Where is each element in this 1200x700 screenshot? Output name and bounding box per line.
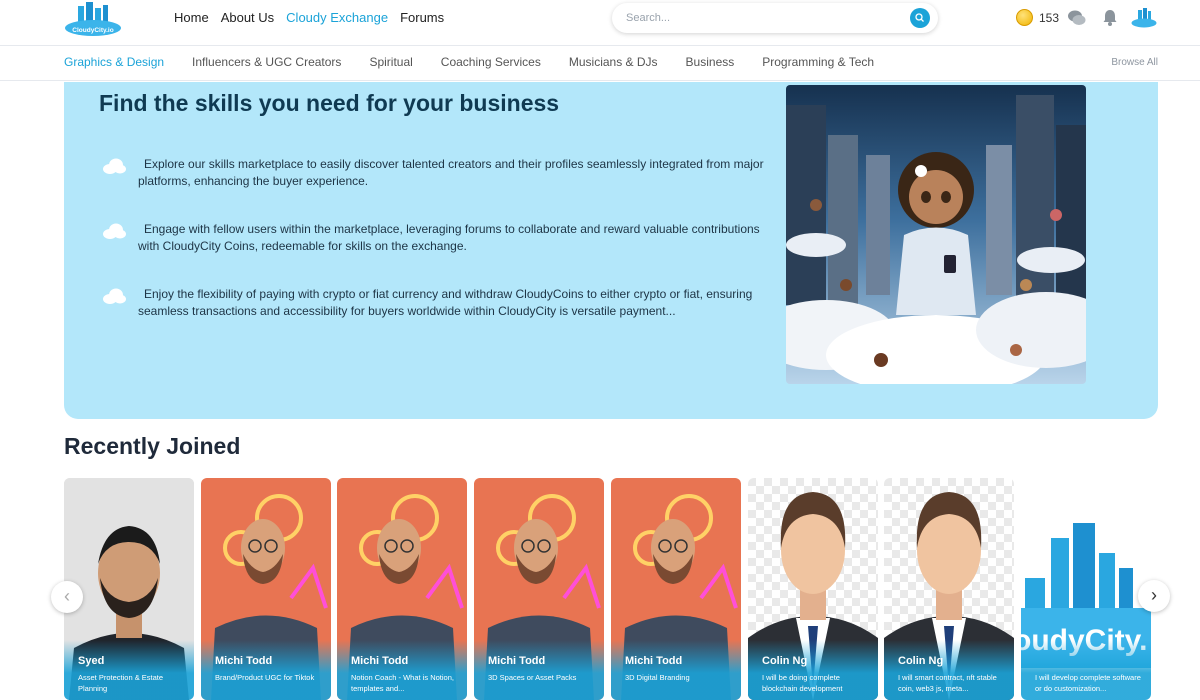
- feature-item: Explore our skills marketplace to easily…: [102, 156, 782, 190]
- card-name: Michi Todd: [215, 655, 273, 667]
- profile-card[interactable]: Colin Ng I will be doing complete blockc…: [748, 478, 878, 700]
- card-name: Michi Todd: [488, 655, 546, 667]
- category-spiritual[interactable]: Spiritual: [369, 55, 412, 69]
- card-name: Michi Todd: [351, 655, 409, 667]
- search-button[interactable]: [910, 8, 930, 28]
- recently-joined-carousel: Syed Asset Protection & Estate Planning …: [64, 478, 1164, 700]
- category-list: Graphics & Design Influencers & UGC Crea…: [64, 55, 902, 69]
- feature-text: Explore our skills marketplace to easily…: [138, 157, 764, 188]
- browse-all-link[interactable]: Browse All: [1111, 57, 1158, 68]
- profile-card[interactable]: Michi Todd 3D Spaces or Asset Packs: [474, 478, 604, 700]
- cloudycity-logo[interactable]: CloudyCity.io: [64, 2, 122, 36]
- card-description: Asset Protection & Estate Planning: [78, 673, 164, 693]
- profile-card[interactable]: Michi Todd Brand/Product UGC for Tiktok: [201, 478, 331, 700]
- hero-title: Find the skills you need for your busine…: [99, 90, 560, 116]
- search-input[interactable]: [626, 9, 896, 27]
- main-nav: Home About Us Cloudy Exchange Forums: [174, 10, 444, 25]
- card-overlay: [201, 640, 331, 700]
- card-name: Syed: [78, 655, 105, 667]
- chat-icon[interactable]: [1067, 8, 1087, 28]
- carousel-next-button[interactable]: ›: [1138, 580, 1170, 612]
- category-bar: Graphics & Design Influencers & UGC Crea…: [0, 47, 1200, 81]
- card-name: Michi Todd: [625, 655, 683, 667]
- cloud-icon: [103, 288, 126, 304]
- profile-card[interactable]: Syed Asset Protection & Estate Planning: [64, 478, 194, 700]
- bell-icon[interactable]: [1102, 9, 1118, 27]
- card-description: I will smart contract, nft stable coin, …: [898, 673, 997, 693]
- card-description: I will develop complete software or do c…: [1035, 673, 1141, 693]
- search-bar: [612, 3, 938, 33]
- coin-balance: 153: [1039, 11, 1060, 25]
- nav-forums[interactable]: Forums: [400, 10, 444, 25]
- card-overlay: [611, 640, 741, 700]
- category-business[interactable]: Business: [686, 55, 735, 69]
- card-name: Colin Ng: [762, 655, 808, 667]
- feature-item: Enjoy the flexibility of paying with cry…: [102, 286, 782, 320]
- category-influencers-ugc[interactable]: Influencers & UGC Creators: [192, 55, 341, 69]
- avatar[interactable]: [1131, 8, 1157, 28]
- section-title: Recently Joined: [64, 433, 241, 459]
- profile-card[interactable]: Michi Todd 3D Digital Branding: [611, 478, 741, 700]
- feature-item: Engage with fellow users within the mark…: [102, 221, 782, 255]
- cloud-icon: [103, 223, 126, 239]
- nav-about-us[interactable]: About Us: [221, 10, 274, 25]
- top-header: CloudyCity.io Home About Us Cloudy Excha…: [0, 0, 1200, 46]
- cloud-icon: [103, 158, 126, 174]
- card-name: Colin Ng: [898, 655, 944, 667]
- nav-cloudy-exchange[interactable]: Cloudy Exchange: [286, 10, 388, 25]
- category-musicians-djs[interactable]: Musicians & DJs: [569, 55, 658, 69]
- hero-illustration: [786, 85, 1086, 384]
- hero-banner: Find the skills you need for your busine…: [64, 82, 1158, 419]
- card-description: Notion Coach - What is Notion, templates…: [351, 673, 454, 693]
- svg-text:CloudyCity.io: CloudyCity.io: [72, 27, 113, 34]
- card-description: Brand/Product UGC for Tiktok: [215, 673, 315, 682]
- carousel-prev-button[interactable]: ‹: [51, 581, 83, 613]
- feature-text: Engage with fellow users within the mark…: [138, 222, 760, 253]
- category-programming-tech[interactable]: Programming & Tech: [762, 55, 874, 69]
- card-description: 3D Spaces or Asset Packs: [488, 673, 577, 682]
- profile-card[interactable]: Colin Ng I will smart contract, nft stab…: [884, 478, 1014, 700]
- category-coaching-services[interactable]: Coaching Services: [441, 55, 541, 69]
- coin-icon: [1016, 9, 1033, 26]
- feature-text: Enjoy the flexibility of paying with cry…: [138, 287, 753, 318]
- card-description: 3D Digital Branding: [625, 673, 690, 682]
- profile-card[interactable]: oudyCity. I will develop complete softwa…: [1021, 478, 1151, 700]
- category-graphics-design[interactable]: Graphics & Design: [64, 55, 164, 69]
- nav-home[interactable]: Home: [174, 10, 209, 25]
- profile-card[interactable]: Michi Todd Notion Coach - What is Notion…: [337, 478, 467, 700]
- card-description: I will be doing complete blockchain deve…: [762, 673, 843, 693]
- card-overlay: [474, 640, 604, 700]
- search-icon: [915, 13, 924, 22]
